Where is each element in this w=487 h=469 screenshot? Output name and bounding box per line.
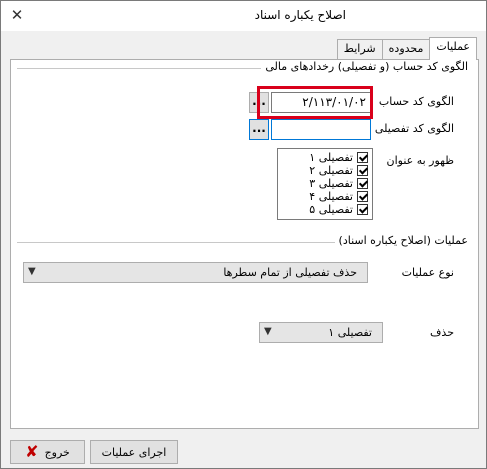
group-title-pattern: الگوی کد حساب (و تفصیلی) رخدادهای مالی bbox=[261, 60, 472, 73]
close-icon[interactable]: ✕ bbox=[9, 7, 25, 23]
list-item[interactable]: تفصیلی ۴ bbox=[282, 190, 368, 203]
operation-type-label: نوع عملیات bbox=[401, 266, 454, 279]
run-operation-label: اجرای عملیات bbox=[101, 445, 167, 459]
list-item[interactable]: تفصیلی ۲ bbox=[282, 164, 368, 177]
list-item[interactable]: تفصیلی ۳ bbox=[282, 177, 368, 190]
delete-label: حذف bbox=[430, 326, 454, 339]
exit-label: خروج bbox=[44, 445, 70, 459]
account-pattern-label: الگوی کد حساب bbox=[378, 95, 454, 108]
operation-type-value: حذف تفصیلی از تمام سطرها bbox=[223, 266, 357, 279]
delete-value: تفصیلی ۱ bbox=[328, 326, 372, 339]
chevron-down-icon: ▼ bbox=[264, 326, 272, 337]
dialog-window: ✕ اصلاح یکباره اسناد عملیات محدوده شرایط… bbox=[0, 0, 487, 469]
run-operation-button[interactable]: اجرای عملیات bbox=[90, 440, 178, 464]
tab-strip: عملیات محدوده شرایط bbox=[336, 37, 477, 60]
list-item-label: تفصیلی ۱ bbox=[309, 151, 353, 164]
list-item[interactable]: تفصیلی ۱ bbox=[282, 151, 368, 164]
checkbox[interactable] bbox=[357, 178, 368, 189]
exit-button[interactable]: خروج ✘ bbox=[10, 440, 85, 464]
list-item-label: تفصیلی ۳ bbox=[309, 177, 353, 190]
appear-as-label: ظهور به عنوان bbox=[386, 154, 454, 167]
list-item-label: تفصیلی ۴ bbox=[309, 190, 353, 203]
group-title-operations: عملیات (اصلاح یکباره اسناد) bbox=[334, 234, 472, 247]
detail-pattern-label: الگوی کد تفصیلی bbox=[374, 122, 454, 135]
exit-icon: ✘ bbox=[25, 442, 39, 461]
title-bar: ✕ اصلاح یکباره اسناد bbox=[1, 1, 486, 31]
detail-pattern-input[interactable] bbox=[271, 119, 371, 140]
detail-pattern-browse-button[interactable]: ... bbox=[249, 119, 269, 140]
window-title: اصلاح یکباره اسناد bbox=[254, 8, 346, 22]
tab-conditions[interactable]: شرایط bbox=[336, 39, 383, 59]
tab-panel: الگوی کد حساب (و تفصیلی) رخدادهای مالی ا… bbox=[10, 59, 479, 429]
tab-operations[interactable]: عملیات bbox=[429, 37, 477, 60]
delete-dropdown[interactable]: تفصیلی ۱ ▼ bbox=[259, 322, 383, 343]
checkbox[interactable] bbox=[357, 165, 368, 176]
checkbox[interactable] bbox=[357, 191, 368, 202]
appear-as-list[interactable]: تفصیلی ۱ تفصیلی ۲ تفصیلی ۳ تفصیلی ۴ تفصی… bbox=[277, 148, 373, 220]
chevron-down-icon: ▼ bbox=[28, 266, 36, 277]
tab-range[interactable]: محدوده bbox=[381, 39, 431, 59]
checkbox[interactable] bbox=[357, 152, 368, 163]
list-item-label: تفصیلی ۵ bbox=[309, 203, 353, 216]
highlight-box bbox=[257, 86, 373, 119]
list-item-label: تفصیلی ۲ bbox=[309, 164, 353, 177]
checkbox[interactable] bbox=[357, 204, 368, 215]
operation-type-dropdown[interactable]: حذف تفصیلی از تمام سطرها ▼ bbox=[23, 262, 368, 283]
list-item[interactable]: تفصیلی ۵ bbox=[282, 203, 368, 216]
